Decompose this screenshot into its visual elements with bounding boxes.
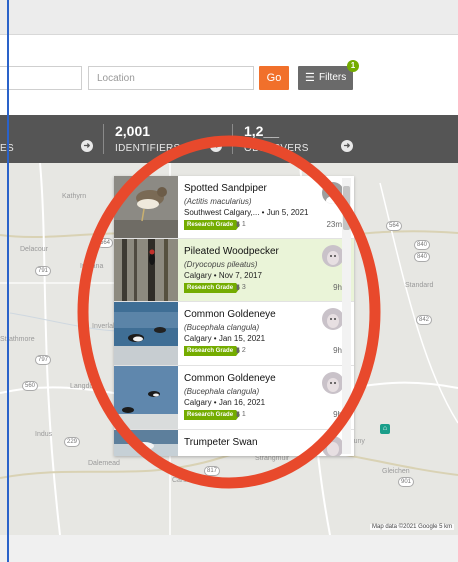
id-count-value: 3: [241, 284, 246, 291]
observation-photo[interactable]: [114, 366, 178, 429]
map-place-label: Gleichen: [382, 468, 410, 475]
map-place-label: Langdon: [70, 383, 98, 390]
time-ago: 9h: [333, 346, 342, 355]
identification-count: ▮ 2: [236, 346, 246, 356]
map-place-label: Dalemead: [88, 460, 120, 467]
observer-avatar[interactable]: [322, 308, 344, 330]
id-bookmark-icon: ▮: [236, 347, 240, 354]
observers-count: 1,2__: [244, 123, 280, 139]
road-shield: 842: [416, 315, 433, 325]
map-place-label: Strangmuir: [255, 455, 290, 462]
location-input[interactable]: Location: [88, 66, 254, 90]
sliders-icon: ☰: [305, 72, 315, 84]
stat-divider: [103, 124, 104, 154]
scientific-name: (Actitis macularius): [184, 197, 252, 206]
browser-top-strip: [0, 0, 458, 35]
common-name[interactable]: Common Goldeneye: [184, 373, 276, 384]
map-place-label: Strathmore: [0, 336, 35, 343]
observation-photo[interactable]: [114, 239, 178, 301]
time-ago: 9h: [333, 283, 342, 292]
observers-arrow-icon[interactable]: ➜: [341, 140, 353, 152]
identifiers-count: 2,001: [115, 123, 151, 139]
common-name[interactable]: Trumpeter Swan: [184, 437, 258, 448]
place-date: Calgary • Jan 16, 2021: [184, 398, 266, 407]
map-place-label: Delacour: [20, 246, 49, 253]
filters-count-badge: 1: [347, 60, 359, 72]
place-date: Calgary • Nov 7, 2017: [184, 271, 262, 280]
road-shield: 797: [35, 355, 52, 365]
road-shield: 840: [414, 252, 431, 262]
go-button[interactable]: Go: [259, 66, 289, 90]
observer-avatar[interactable]: [322, 372, 344, 394]
common-name[interactable]: Common Goldeneye: [184, 309, 276, 320]
observer-avatar[interactable]: [322, 182, 344, 204]
id-count-value: 1: [241, 411, 246, 418]
filters-label: Filters: [319, 72, 347, 83]
map-place-label: Kathyrn: [62, 193, 87, 200]
road-shield: 901: [398, 477, 415, 487]
stats-bar: ES ➜ 2,001 IDENTIFIERS ➜ 1,2__ OBSERVERS…: [0, 115, 458, 163]
identifiers-arrow-icon[interactable]: ➜: [210, 140, 222, 152]
road-shield: 560: [22, 381, 39, 391]
scientific-name: (Bucephala clangula): [184, 387, 260, 396]
research-grade-badge: Research Grade: [184, 220, 241, 230]
road-shield: 564: [97, 238, 114, 248]
research-grade-badge: Research Grade: [184, 283, 241, 293]
id-count-value: 1: [241, 221, 246, 228]
common-name[interactable]: Pileated Woodpecker: [184, 246, 279, 257]
map-place-label: Irricana: [80, 263, 104, 270]
scientific-name: (Bucephala clangula): [184, 323, 260, 332]
map-place-label: Standard: [405, 282, 434, 289]
taxon-search-input[interactable]: [0, 66, 82, 90]
identification-count: ▮ 3: [236, 283, 246, 293]
road-shield: 791: [35, 266, 52, 276]
place-date: Southwest Calgary,... • Jun 5, 2021: [184, 208, 309, 217]
id-count-value: 2: [241, 347, 246, 354]
observation-row[interactable]: Common Goldeneye (Bucephala clangula) Ca…: [114, 302, 354, 366]
time-ago: 9h: [333, 410, 342, 419]
filters-button[interactable]: ☰ Filters: [298, 66, 353, 90]
scientific-name: (Dryocopus pileatus): [184, 260, 258, 269]
research-grade-badge: Research Grade: [184, 410, 241, 420]
observer-avatar[interactable]: [322, 245, 344, 267]
place-date: Calgary • Jan 15, 2021: [184, 334, 266, 343]
identifiers-label: IDENTIFIERS: [115, 143, 181, 154]
common-name[interactable]: Spotted Sandpiper: [184, 183, 267, 194]
id-bookmark-icon: ▮: [236, 411, 240, 418]
identification-count: ▮ 1: [236, 220, 246, 230]
window-edge: [7, 0, 9, 562]
road-shield: 840: [414, 240, 431, 250]
location-placeholder: Location: [97, 73, 135, 84]
time-ago: 23m: [326, 220, 342, 229]
observation-photo[interactable]: [114, 176, 178, 238]
id-bookmark-icon: ▮: [236, 221, 240, 228]
explore-page: Location Go ☰ Filters 1 ES ➜ 2,001 IDENT…: [0, 0, 458, 562]
road-shield: 229: [64, 437, 81, 447]
map-poi-icon[interactable]: ⌂: [380, 424, 390, 434]
observation-row[interactable]: Trumpeter Swan: [114, 430, 354, 456]
observer-avatar[interactable]: [322, 436, 344, 456]
map-place-label: Indus: [35, 431, 53, 438]
identification-count: ▮ 1: [236, 410, 246, 420]
map-attribution[interactable]: Map data ©2021 Google 5 km: [370, 524, 455, 530]
road-shield: 564: [386, 221, 403, 231]
observers-label: OBSERVERS: [244, 143, 309, 154]
observations-popup: Spotted Sandpiper (Actitis macularius) S…: [114, 176, 354, 456]
observation-row[interactable]: Common Goldeneye (Bucephala clangula) Ca…: [114, 366, 354, 430]
observation-photo[interactable]: [114, 302, 178, 365]
observation-row[interactable]: Spotted Sandpiper (Actitis macularius) S…: [114, 176, 354, 239]
observation-photo[interactable]: [114, 430, 178, 456]
stat-divider: [232, 124, 233, 154]
bottom-strip: [0, 535, 458, 562]
id-bookmark-icon: ▮: [236, 284, 240, 291]
road-shield: 817: [204, 466, 221, 476]
species-arrow-icon[interactable]: ➜: [81, 140, 93, 152]
map-place-label: Carseland: [172, 477, 204, 484]
popup-scrollbar-thumb[interactable]: [343, 186, 350, 230]
observation-row[interactable]: Pileated Woodpecker (Dryocopus pileatus)…: [114, 239, 354, 302]
research-grade-badge: Research Grade: [184, 346, 241, 356]
